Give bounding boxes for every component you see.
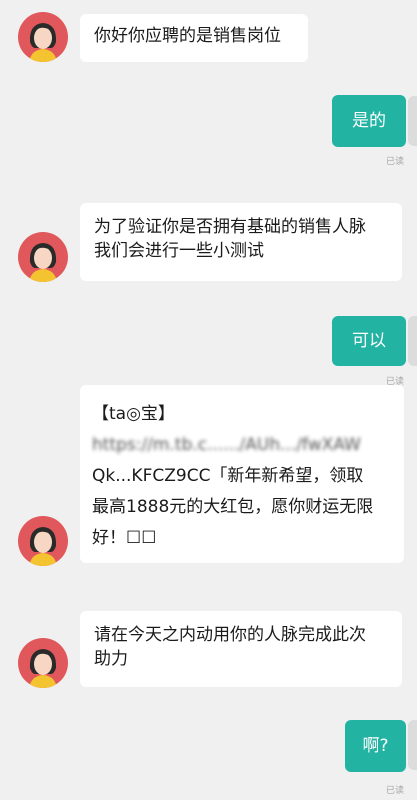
message-text: 是的 bbox=[352, 111, 386, 131]
link-message-bubble[interactable]: 【ta◎宝】 https://m.tb.c....../AUh.../fwXAW… bbox=[80, 385, 404, 563]
message-bubble-right: 可以 bbox=[332, 316, 406, 366]
message-line: 我们会进行一些小测试 bbox=[94, 241, 264, 261]
message-bubble-left: 你好你应聘的是销售岗位 bbox=[80, 14, 308, 62]
read-status: 已读 bbox=[386, 157, 405, 167]
user-avatar[interactable] bbox=[408, 720, 417, 770]
contact-avatar[interactable] bbox=[18, 638, 68, 688]
message-text: 可以 bbox=[352, 331, 386, 351]
message-bubble-left: 请在今天之内动用你的人脉完成此次 助力 bbox=[80, 611, 402, 687]
contact-avatar[interactable] bbox=[18, 232, 68, 282]
message-line: 请在今天之内动用你的人脉完成此次 bbox=[94, 625, 366, 645]
message-text: 啊? bbox=[362, 736, 389, 756]
message-line: Qk...KFCZ9CC「新年新希望，领取 bbox=[92, 466, 364, 486]
contact-avatar[interactable] bbox=[18, 516, 68, 566]
read-status: 已读 bbox=[386, 786, 405, 796]
person-icon bbox=[29, 243, 57, 282]
message-line: 【ta◎宝】 bbox=[92, 404, 175, 424]
message-bubble-right: 是的 bbox=[332, 95, 406, 147]
person-icon bbox=[29, 23, 57, 62]
person-icon bbox=[29, 649, 57, 688]
message-line: 助力 bbox=[94, 649, 128, 669]
message-link[interactable]: https://m.tb.c....../AUh.../fwXAW bbox=[92, 430, 392, 461]
message-bubble-left: 为了验证你是否拥有基础的销售人脉 我们会进行一些小测试 bbox=[80, 203, 402, 281]
message-line: 好！☐☐ bbox=[92, 528, 157, 548]
message-line: 为了验证你是否拥有基础的销售人脉 bbox=[94, 217, 366, 237]
message-bubble-right: 啊? bbox=[345, 720, 406, 772]
user-avatar[interactable] bbox=[408, 316, 417, 366]
person-icon bbox=[29, 527, 57, 566]
contact-avatar[interactable] bbox=[18, 12, 68, 62]
message-line: 最高1888元的大红包，愿你财运无限 bbox=[92, 497, 374, 517]
user-avatar[interactable] bbox=[408, 96, 417, 146]
message-text: 你好你应聘的是销售岗位 bbox=[94, 26, 281, 46]
